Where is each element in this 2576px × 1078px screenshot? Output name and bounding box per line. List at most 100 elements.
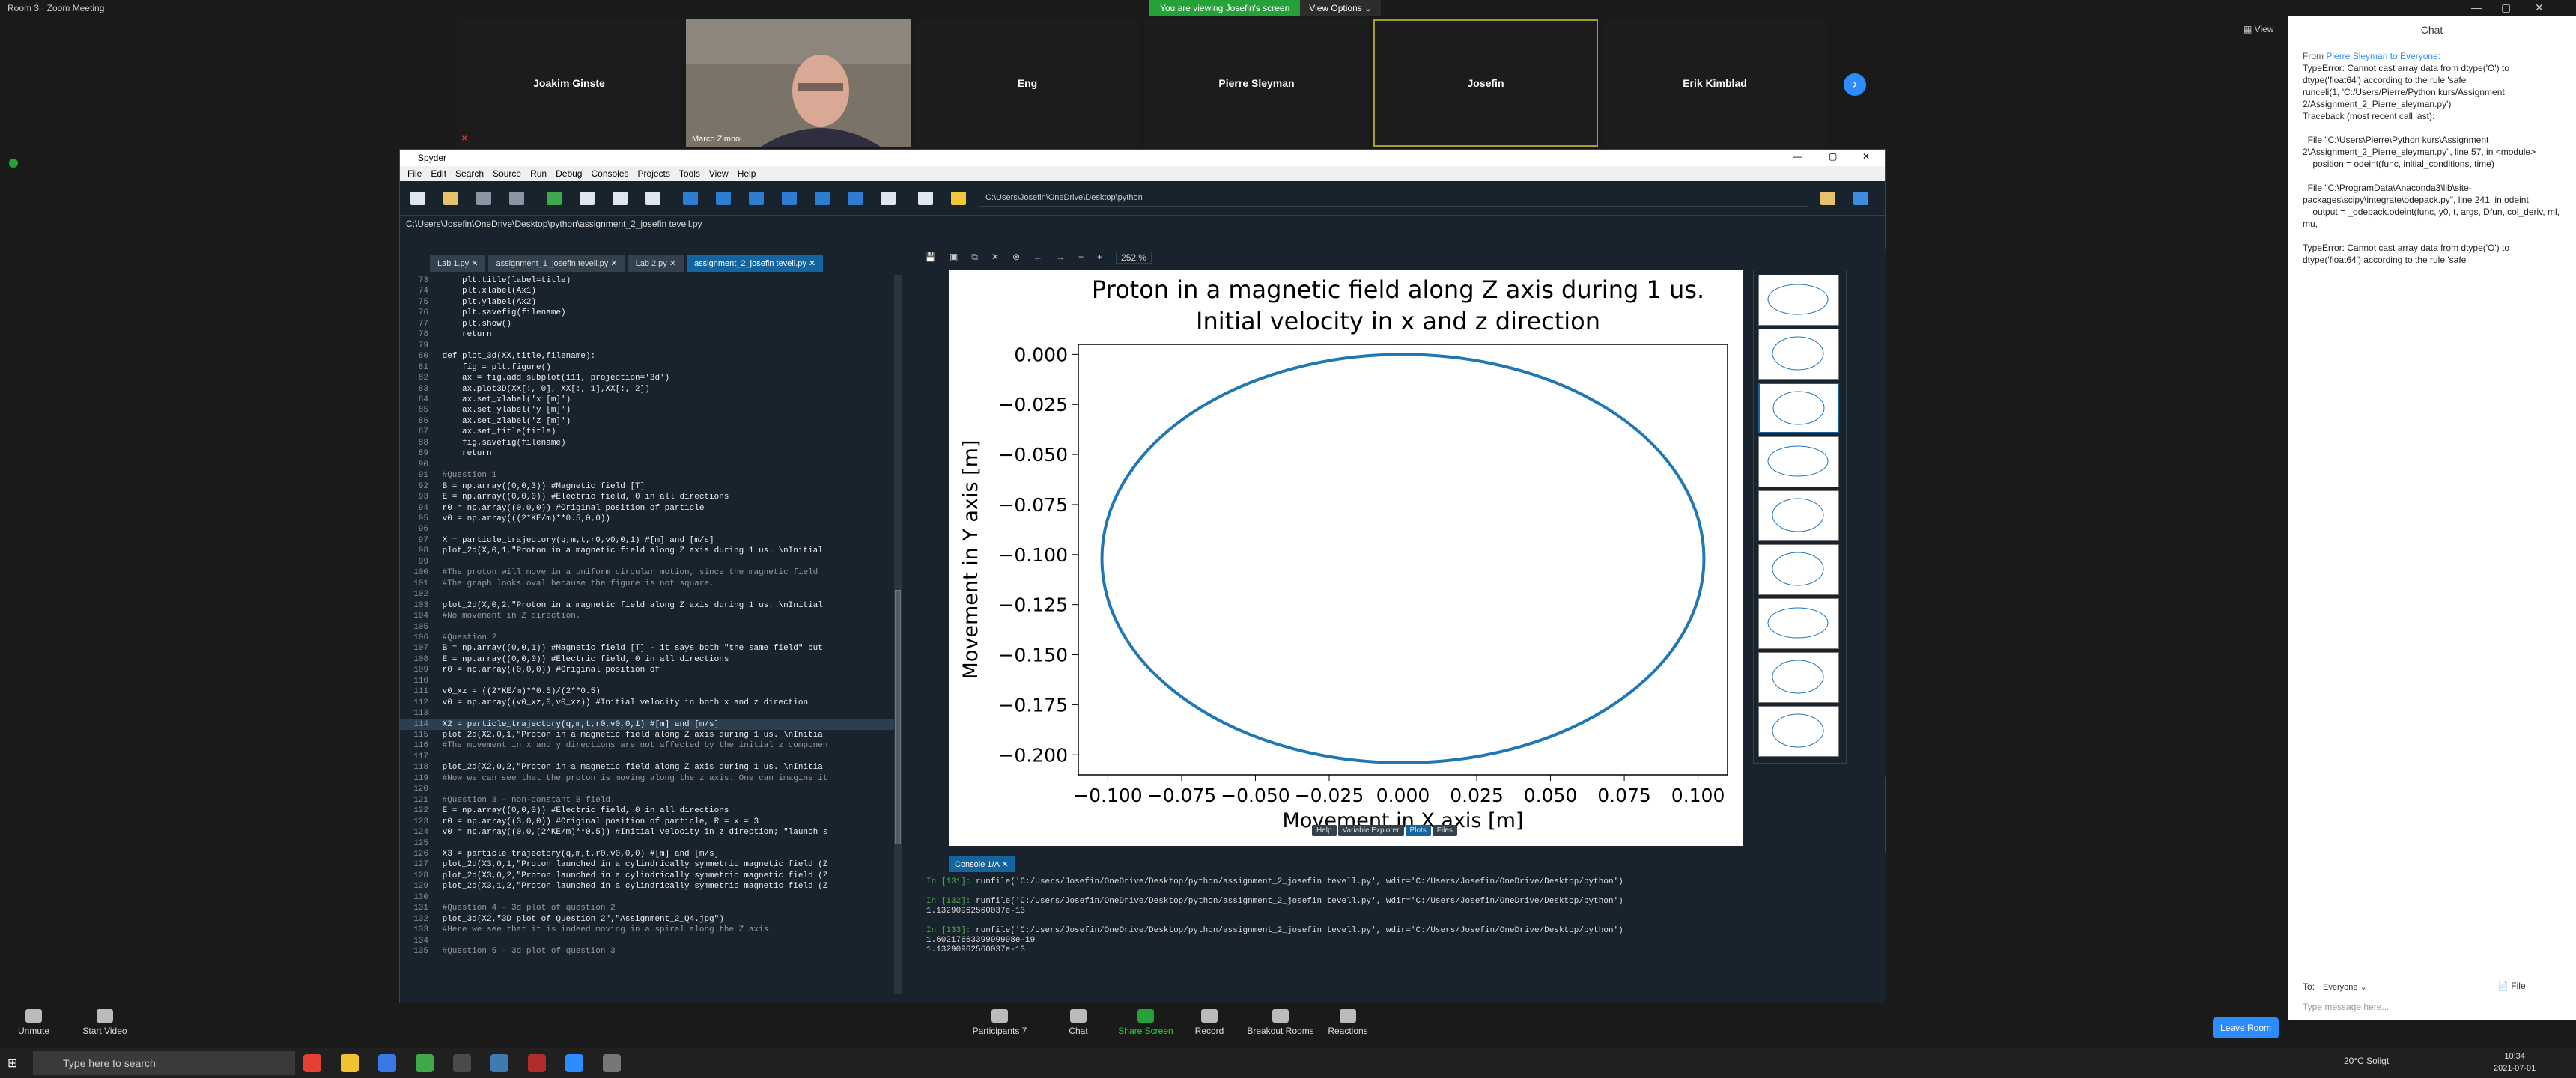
menu-tools[interactable]: Tools [679,168,700,179]
plot-thumbnail[interactable] [1758,436,1839,487]
file-explorer-icon[interactable] [341,1054,359,1072]
edge-icon[interactable] [378,1054,396,1072]
code-line[interactable]: 116 #The movement in x and y directions … [400,740,902,751]
editor-tab[interactable]: Lab 1.py ✕ [430,255,486,272]
view-button[interactable]: ▦ View [2244,24,2273,34]
terminal-icon[interactable] [453,1054,471,1072]
plot-thumbnail[interactable] [1758,706,1839,757]
plot-thumbnail[interactable] [1758,275,1839,326]
code-line[interactable]: 90 [400,460,902,470]
maximize-icon[interactable]: ▢ [1829,151,1837,162]
menu-source[interactable]: Source [493,168,521,179]
code-line[interactable]: 110 [400,676,902,686]
editor-tab[interactable]: Lab 2.py ✕ [628,255,684,272]
code-line[interactable]: 78 return [400,329,902,340]
plot-thumbnail[interactable] [1758,652,1839,703]
participant-video-tile[interactable]: Marco Zimnol [686,19,911,147]
tab-help[interactable]: Help [1312,825,1337,836]
taskbar-search[interactable]: Type here to search [33,1051,295,1075]
participant-tile[interactable]: Eng [915,19,1140,147]
zoom-icon[interactable] [565,1054,583,1072]
code-line[interactable]: 119 #Now we can see that the proton is m… [400,773,902,784]
copy-plot-icon[interactable]: ⧉ [971,252,978,264]
code-line[interactable]: 125 [400,838,902,849]
stop-debug-icon[interactable] [848,192,863,205]
run-selection-icon[interactable] [645,192,660,205]
start-video-button[interactable]: Start Video [71,1009,139,1036]
code-lines[interactable]: 73 plt.title(label=title) 74 plt.xlabel(A… [400,275,902,1017]
open-file-icon[interactable] [443,192,458,205]
code-line[interactable]: 118 plot_2d(X2,0,2,"Proton in a magnetic… [400,762,902,773]
scrollbar-thumb[interactable] [895,590,901,844]
remove-all-plots-icon[interactable]: ⊗ [1012,252,1020,264]
code-line[interactable]: 117 [400,752,902,762]
plot-thumbnail[interactable] [1758,329,1839,380]
code-line[interactable]: 114 X2 = particle_trajectory(q,m,t,r0,v0… [400,719,902,731]
editor-scrollbar[interactable] [894,275,902,994]
code-line[interactable]: 135 #Question 5 - 3d plot of question 3 [400,946,902,957]
menu-file[interactable]: File [407,168,422,179]
code-line[interactable]: 127 plot_2d(X3,0,1,"Proton launched in a… [400,859,902,870]
continue-icon[interactable] [815,192,830,205]
step-icon[interactable] [716,192,731,205]
code-line[interactable]: 103 plot_2d(X,0,2,"Proton in a magnetic … [400,600,902,611]
menu-run[interactable]: Run [530,168,547,179]
save-all-plots-icon[interactable]: ▣ [950,252,958,264]
prev-plot-icon[interactable]: ← [1033,252,1042,264]
plot-thumbnail[interactable] [1758,544,1839,595]
view-options-button[interactable]: View Options ⌄ [1300,0,1382,16]
breakout-rooms-button[interactable]: Breakout Rooms [1247,1009,1314,1036]
code-line[interactable]: 134 [400,936,902,946]
maximize-pane-icon[interactable] [881,192,896,205]
code-line[interactable]: 101 #The graph looks oval because the fi… [400,579,902,589]
code-line[interactable]: 124 v0 = np.array((0,0,(2*KE/m)**0.5)) #… [400,827,902,838]
next-plot-icon[interactable]: → [1056,252,1065,264]
code-line[interactable]: 108 E = np.array((0,0,0)) #Electric fiel… [400,654,902,665]
taskbar-clock[interactable]: 10:34 2021-07-01 [2494,1050,2536,1074]
next-page-button[interactable]: › [1844,73,1866,96]
maximize-icon[interactable]: ▢ [2501,1,2511,14]
editor-tab[interactable]: assignment_1_josefin tevell.py ✕ [488,255,625,272]
participant-tile[interactable]: Erik Kimblad [1603,19,1827,147]
code-line[interactable]: 76 plt.savefig(filename) [400,308,902,318]
code-line[interactable]: 95 v0 = np.array(((2*KE/m)**0.5,0,0)) [400,514,902,524]
chrome-icon[interactable] [303,1054,321,1072]
code-line[interactable]: 130 [400,892,902,903]
menu-consoles[interactable]: Consoles [591,168,628,179]
chat-input[interactable]: Type message here... [2303,1002,2561,1012]
code-line[interactable]: 120 [400,784,902,794]
code-line[interactable]: 122 E = np.array((0,0,0)) #Electric fiel… [400,806,902,816]
code-line[interactable]: 84 ax.set_xlabel('x [m]') [400,395,902,405]
tab-variable-explorer[interactable]: Variable Explorer [1337,825,1404,836]
app-icon[interactable] [603,1054,621,1072]
run-icon[interactable] [547,192,562,205]
chat-button[interactable]: Chat [1045,1009,1112,1036]
code-line[interactable]: 80 def plot_3d(XX,title,filename): [400,351,902,362]
run-cell-icon[interactable] [580,192,595,205]
participant-tile[interactable]: Joakim Ginste ✕ [457,19,681,147]
save-all-icon[interactable] [509,192,524,205]
reactions-button[interactable]: Reactions [1314,1009,1382,1036]
close-icon[interactable]: ✕ [2535,1,2544,14]
save-plot-icon[interactable]: 💾 [925,252,936,264]
share-screen-button[interactable]: Share Screen [1112,1009,1179,1036]
code-line[interactable]: 131 #Question 4 - 3d plot of question 2 [400,903,902,913]
tab-plots[interactable]: Plots [1405,825,1431,836]
sender-name[interactable]: Pierre Sleyman to Everyone: [2326,51,2440,61]
code-line[interactable]: 102 [400,589,902,600]
code-line[interactable]: 113 [400,708,902,719]
remove-plot-icon[interactable]: ✕ [991,252,999,264]
code-line[interactable]: 79 [400,341,902,351]
code-line[interactable]: 129 plot_2d(X3,1,2,"Proton launched in a… [400,881,902,892]
code-line[interactable]: 83 ax.plot3D(XX[:, 0], XX[:, 1],XX[:, 2]… [400,384,902,395]
code-line[interactable]: 112 v0 = np.array((v0_xz,0,v0_xz)) #Init… [400,698,902,708]
code-line[interactable]: 89 return [400,448,902,459]
code-line[interactable]: 93 E = np.array((0,0,0)) #Electric field… [400,492,902,502]
menu-view[interactable]: View [709,168,729,179]
code-line[interactable]: 132 plot_3d(X2,"3D plot of Question 2","… [400,914,902,925]
code-line[interactable]: 86 ax.set_zlabel('z [m]') [400,416,902,427]
step-into-icon[interactable] [749,192,764,205]
menu-edit[interactable]: Edit [431,168,446,179]
code-line[interactable]: 105 [400,622,902,633]
code-line[interactable]: 128 plot_2d(X3,0,2,"Proton launched in a… [400,871,902,881]
